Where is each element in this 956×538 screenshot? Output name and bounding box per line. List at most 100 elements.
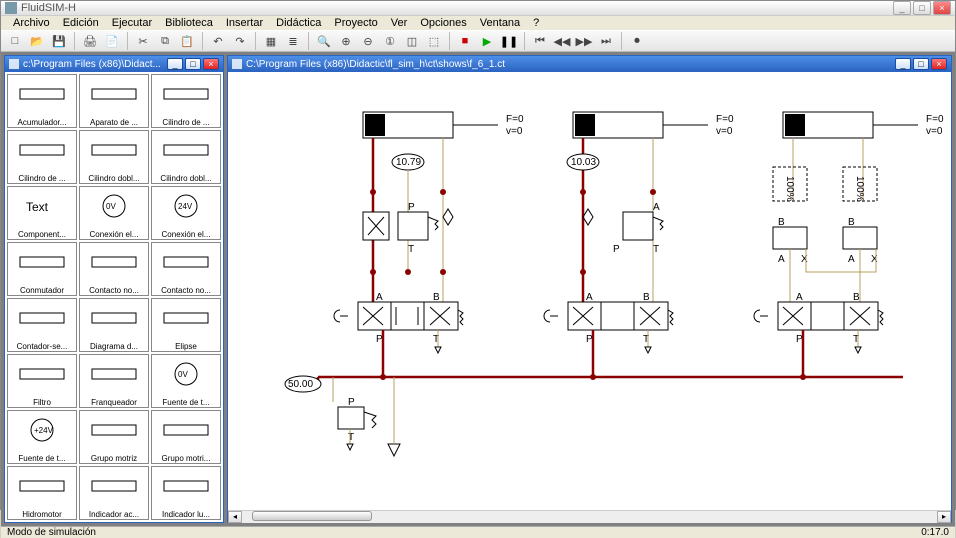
palette-titlebar[interactable]: c:\Program Files (x86)\Didact... _ □ × xyxy=(5,56,223,72)
palette-contacto-no-1[interactable]: Contacto no... xyxy=(79,242,149,296)
record-button[interactable]: ⏺ xyxy=(627,31,647,51)
zoom-region-button[interactable]: ⬚ xyxy=(424,31,444,51)
h-scrollbar[interactable]: ◂ ▸ xyxy=(228,510,951,522)
palette-grid[interactable]: Acumulador...Aparato de ...Cilindro de .… xyxy=(5,72,223,522)
scroll-thumb[interactable] xyxy=(252,511,372,521)
palette-max-button[interactable]: □ xyxy=(185,58,201,70)
grid-button[interactable]: ▦ xyxy=(261,31,281,51)
close-button[interactable]: × xyxy=(933,1,951,15)
scroll-left-button[interactable]: ◂ xyxy=(228,511,242,523)
menu-ver[interactable]: Ver xyxy=(385,16,414,30)
palette-acumulador[interactable]: Acumulador... xyxy=(7,74,77,128)
palette-label: Aparato de ... xyxy=(80,118,148,127)
svg-text:B: B xyxy=(848,217,855,228)
palette-cilindro-dobl-1[interactable]: Cilindro dobl... xyxy=(79,130,149,184)
palette-label: Indicador ac... xyxy=(80,510,148,519)
open-button[interactable]: 📂 xyxy=(27,31,47,51)
schematic-close-button[interactable]: × xyxy=(931,58,947,70)
cut-button[interactable]: ✂ xyxy=(133,31,153,51)
palette-window[interactable]: c:\Program Files (x86)\Didact... _ □ × A… xyxy=(4,55,224,523)
minimize-button[interactable]: _ xyxy=(893,1,911,15)
prev-button[interactable]: ◀◀ xyxy=(552,31,572,51)
gauge-1: 10.79 xyxy=(396,157,421,168)
play-button[interactable]: ▶ xyxy=(477,31,497,51)
palette-grupo-motriz-2[interactable]: Grupo motri... xyxy=(151,410,221,464)
menu-didactica[interactable]: Didáctica xyxy=(270,16,327,30)
menu-insertar[interactable]: Insertar xyxy=(220,16,269,30)
palette-label: Fuente de t... xyxy=(152,398,220,407)
redo-button[interactable]: ↷ xyxy=(230,31,250,51)
next-button[interactable]: ▶▶ xyxy=(574,31,594,51)
pause-button[interactable]: ❚❚ xyxy=(499,31,519,51)
palette-label: Conmutador xyxy=(8,286,76,295)
menu-help[interactable]: ? xyxy=(527,16,545,30)
palette-conexion-0v[interactable]: 0VConexión el... xyxy=(79,186,149,240)
palette-label: Grupo motriz xyxy=(80,454,148,463)
document-icon xyxy=(9,59,19,69)
schematic-titlebar[interactable]: C:\Program Files (x86)\Didactic\fl_sim_h… xyxy=(228,56,951,72)
first-button[interactable]: ⏮ xyxy=(530,31,550,51)
palette-diagrama-d[interactable]: Diagrama d... xyxy=(79,298,149,352)
zoom-sel-button[interactable]: ◫ xyxy=(402,31,422,51)
palette-indicador-lu[interactable]: Indicador lu... xyxy=(151,466,221,520)
scroll-track[interactable] xyxy=(242,511,937,523)
paste-button[interactable]: 📋 xyxy=(177,31,197,51)
menu-proyecto[interactable]: Proyecto xyxy=(328,16,383,30)
schematic-min-button[interactable]: _ xyxy=(895,58,911,70)
palette-label: Cilindro de ... xyxy=(8,174,76,183)
undo-button[interactable]: ↶ xyxy=(208,31,228,51)
palette-cilindro-dobl-2[interactable]: Cilindro dobl... xyxy=(151,130,221,184)
schematic-window[interactable]: C:\Program Files (x86)\Didactic\fl_sim_h… xyxy=(227,55,952,523)
palette-filtro[interactable]: Filtro xyxy=(7,354,77,408)
palette-cilindro-de-2[interactable]: Cilindro de ... xyxy=(7,130,77,184)
copy-button[interactable]: ⧉ xyxy=(155,31,175,51)
menu-ventana[interactable]: Ventana xyxy=(474,16,526,30)
palette-contador-se[interactable]: Contador-se... xyxy=(7,298,77,352)
zoom-100-button[interactable]: ① xyxy=(380,31,400,51)
menu-archivo[interactable]: Archivo xyxy=(7,16,56,30)
svg-text:A: A xyxy=(778,254,785,265)
last-button[interactable]: ⏭ xyxy=(596,31,616,51)
palette-close-button[interactable]: × xyxy=(203,58,219,70)
palette-conmutador[interactable]: Conmutador xyxy=(7,242,77,296)
palette-indicador-ac[interactable]: Indicador ac... xyxy=(79,466,149,520)
palette-aparato-de[interactable]: Aparato de ... xyxy=(79,74,149,128)
menu-opciones[interactable]: Opciones xyxy=(414,16,472,30)
svg-text:F=0: F=0 xyxy=(716,114,734,125)
palette-min-button[interactable]: _ xyxy=(167,58,183,70)
palette-label: Filtro xyxy=(8,398,76,407)
palette-label: Diagrama d... xyxy=(80,342,148,351)
palette-fuente-0v[interactable]: 0V Fuente de t... xyxy=(151,354,221,408)
palette-text[interactable]: TextComponent... xyxy=(7,186,77,240)
print-button[interactable]: 🖨 xyxy=(80,31,100,51)
zoom-fit-button[interactable]: 🔍 xyxy=(314,31,334,51)
palette-franqueador[interactable]: Franqueador xyxy=(79,354,149,408)
palette-contacto-no-2[interactable]: Contacto no... xyxy=(151,242,221,296)
schematic-canvas[interactable]: 50.00 P T xyxy=(228,72,948,502)
canvas-viewport[interactable]: 50.00 P T xyxy=(228,72,951,510)
palette-elipse[interactable]: Elipse xyxy=(151,298,221,352)
svg-text:0V: 0V xyxy=(178,370,188,379)
palette-cilindro-de-1[interactable]: Cilindro de ... xyxy=(151,74,221,128)
svg-text:A: A xyxy=(796,292,803,303)
palette-label: Conexión el... xyxy=(152,230,220,239)
stop-button[interactable]: ■ xyxy=(455,31,475,51)
scroll-right-button[interactable]: ▸ xyxy=(937,511,951,523)
palette-grupo-motriz-1[interactable]: Grupo motriz xyxy=(79,410,149,464)
palette-conexion-24v[interactable]: 24VConexión el... xyxy=(151,186,221,240)
menu-ejecutar[interactable]: Ejecutar xyxy=(106,16,158,30)
palette-fuente-24v[interactable]: +24VFuente de t... xyxy=(7,410,77,464)
preview-button[interactable]: 📄 xyxy=(102,31,122,51)
save-button[interactable]: 💾 xyxy=(49,31,69,51)
layers-button[interactable]: ≣ xyxy=(283,31,303,51)
menu-edicion[interactable]: Edición xyxy=(57,16,105,30)
schematic-max-button[interactable]: □ xyxy=(913,58,929,70)
titlebar[interactable]: FluidSIM-H _ □ × xyxy=(1,1,955,16)
palette-label: Contador-se... xyxy=(8,342,76,351)
zoom-in-button[interactable]: ⊕ xyxy=(336,31,356,51)
palette-hidromotor[interactable]: Hidromotor xyxy=(7,466,77,520)
new-button[interactable]: □ xyxy=(5,31,25,51)
menu-biblioteca[interactable]: Biblioteca xyxy=(159,16,219,30)
zoom-out-button[interactable]: ⊖ xyxy=(358,31,378,51)
maximize-button[interactable]: □ xyxy=(913,1,931,15)
